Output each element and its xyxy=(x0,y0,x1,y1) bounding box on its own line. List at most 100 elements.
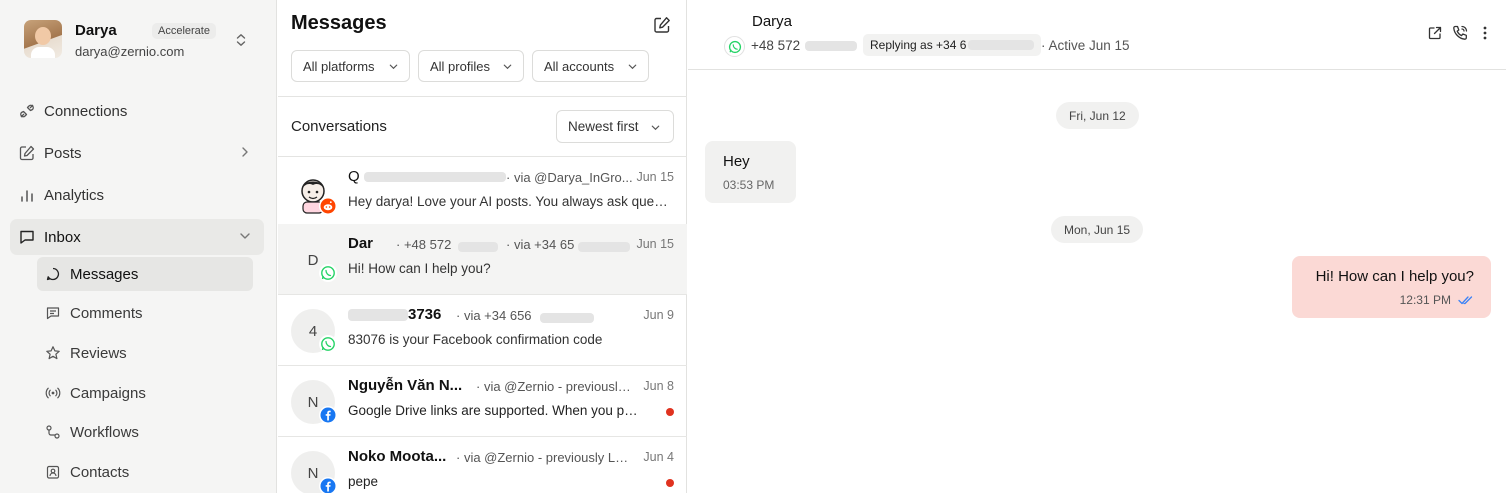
filter-label: All accounts xyxy=(544,58,615,74)
last-active-status: · Active Jun 15 xyxy=(1041,38,1130,53)
sort-label: Newest first xyxy=(568,119,639,134)
message-preview: 83076 is your Facebook confirmation code xyxy=(348,332,603,347)
redacted-text xyxy=(805,41,857,51)
conversation-list-pane: Messages All platforms All profiles All … xyxy=(278,0,687,493)
chat-contact-name: Darya xyxy=(752,13,793,30)
redacted-text xyxy=(540,313,594,323)
date-separator: Mon, Jun 15 xyxy=(1051,216,1144,243)
via-account: · via +34 656 xyxy=(456,308,532,323)
sidebar-item-label: Reviews xyxy=(70,344,127,362)
more-vertical-icon[interactable] xyxy=(1476,24,1494,42)
sidebar-item-workflows[interactable]: Workflows xyxy=(37,415,253,449)
platform-filter-dropdown[interactable]: All platforms xyxy=(291,50,410,82)
facebook-icon xyxy=(319,477,337,493)
sidebar-item-messages[interactable]: Messages xyxy=(37,257,253,291)
account-filter-dropdown[interactable]: All accounts xyxy=(532,50,649,82)
filter-label: All platforms xyxy=(303,58,375,74)
contact-name: Q xyxy=(348,168,506,185)
profile-switcher[interactable]: Darya Accelerate darya@zernio.com xyxy=(24,18,254,64)
conversation-date: Jun 15 xyxy=(636,170,674,184)
sidebar-item-analytics[interactable]: Analytics xyxy=(10,177,264,213)
sidebar-item-inbox[interactable]: Inbox xyxy=(10,219,264,255)
sidebar-item-posts[interactable]: Posts xyxy=(10,135,264,171)
comment-square-icon xyxy=(45,305,61,321)
unread-indicator xyxy=(666,408,674,416)
via-account: · via +34 65 xyxy=(506,237,575,252)
sidebar-item-label: Campaigns xyxy=(70,384,146,402)
conversation-row[interactable]: N Nguyễn Văn N... · via @Zernio - previo… xyxy=(278,366,687,437)
broadcast-icon xyxy=(45,385,61,401)
replying-as-selector[interactable]: Replying as +34 6 xyxy=(863,34,1042,56)
profile-filter-dropdown[interactable]: All profiles xyxy=(418,50,524,82)
redacted-text xyxy=(578,242,630,252)
sidebar-item-connections[interactable]: Connections xyxy=(10,93,264,129)
contact-name: Nguyễn Văn N... xyxy=(348,377,463,394)
conversations-heading: Conversations xyxy=(291,118,387,135)
workflow-icon xyxy=(45,424,61,440)
message-preview: Hi! How can I help you? xyxy=(348,261,491,276)
via-account: · via @Zernio - previously... xyxy=(476,379,633,394)
filter-label: All profiles xyxy=(430,58,490,74)
bar-chart-icon xyxy=(18,186,36,204)
message-preview: Hey darya! Love your AI posts. You alway… xyxy=(348,194,673,209)
chevron-down-icon xyxy=(651,125,660,131)
chevron-right-icon xyxy=(242,147,248,157)
replying-as-label: Replying as +34 6 xyxy=(870,38,967,52)
message-time: 03:53 PM xyxy=(723,178,775,192)
compose-icon[interactable] xyxy=(652,15,672,35)
sidebar-item-label: Analytics xyxy=(44,186,105,204)
phone-call-icon[interactable] xyxy=(1451,24,1469,42)
message-text: Hey xyxy=(723,153,750,170)
whatsapp-icon xyxy=(724,36,745,57)
profile-email: darya@zernio.com xyxy=(75,44,185,59)
sidebar-item-contacts[interactable]: Contacts xyxy=(37,455,253,489)
message-preview: Google Drive links are supported. When y… xyxy=(348,403,644,418)
whatsapp-icon xyxy=(319,335,337,353)
chat-header: Darya +48 572 Replying as +34 6 · Active… xyxy=(688,0,1506,70)
sidebar-item-comments[interactable]: Comments xyxy=(37,296,253,330)
sidebar-item-label: Inbox xyxy=(44,228,81,246)
conversation-date: Jun 15 xyxy=(636,237,674,251)
redacted-text xyxy=(968,40,1035,50)
page-title: Messages xyxy=(291,12,387,34)
message-circle-icon xyxy=(45,266,61,282)
plan-badge: Accelerate xyxy=(152,23,216,39)
chevron-down-icon xyxy=(503,64,512,70)
contact-name: Noko Moota... xyxy=(348,448,447,465)
contact-card-icon xyxy=(45,464,61,480)
chevron-down-icon xyxy=(389,64,398,70)
message-time: 12:31 PM xyxy=(1399,293,1451,307)
plug-icon xyxy=(18,102,36,120)
sidebar-item-reviews[interactable]: Reviews xyxy=(37,336,253,370)
conversation-date: Jun 4 xyxy=(643,450,674,464)
sidebar-item-label: Comments xyxy=(70,304,143,322)
avatar xyxy=(24,20,62,58)
sidebar-item-label: Contacts xyxy=(70,463,130,481)
sidebar-item-label: Messages xyxy=(70,265,139,283)
chevron-down-icon xyxy=(240,233,250,239)
external-link-icon[interactable] xyxy=(1426,24,1444,42)
sidebar: Darya Accelerate darya@zernio.com Connec… xyxy=(0,0,277,493)
double-check-icon xyxy=(1458,296,1473,305)
contact-phone: · +48 572 xyxy=(396,237,452,252)
sort-dropdown[interactable]: Newest first xyxy=(556,110,674,143)
via-account: · via @Zernio - previously La... xyxy=(456,450,633,465)
chevron-up-down-icon[interactable] xyxy=(233,32,249,48)
chat-contact-phone: +48 572 xyxy=(751,38,801,53)
whatsapp-icon xyxy=(319,264,337,282)
reddit-icon xyxy=(319,197,337,215)
edit-icon xyxy=(18,144,36,162)
conversation-row[interactable]: N Noko Moota... · via @Zernio - previous… xyxy=(278,437,687,493)
chat-pane: Darya +48 572 Replying as +34 6 · Active… xyxy=(688,0,1506,493)
star-icon xyxy=(45,345,61,361)
chevron-down-icon xyxy=(628,64,637,70)
sidebar-item-campaigns[interactable]: Campaigns xyxy=(37,376,253,410)
contact-name: Dar xyxy=(348,235,374,252)
conversation-date: Jun 9 xyxy=(643,308,674,322)
conversation-row[interactable]: 4 3736 · via +34 656 Jun 9 83076 is your… xyxy=(278,295,687,366)
conversation-date: Jun 8 xyxy=(643,379,674,393)
conversation-row[interactable]: Q · via @Darya_InGro... Jun 15 Hey darya… xyxy=(278,157,687,228)
redacted-text xyxy=(458,242,498,252)
conversation-row[interactable]: D Dar · +48 572 · via +34 65 Jun 15 Hi! … xyxy=(278,224,687,295)
date-separator: Fri, Jun 12 xyxy=(1056,102,1139,129)
